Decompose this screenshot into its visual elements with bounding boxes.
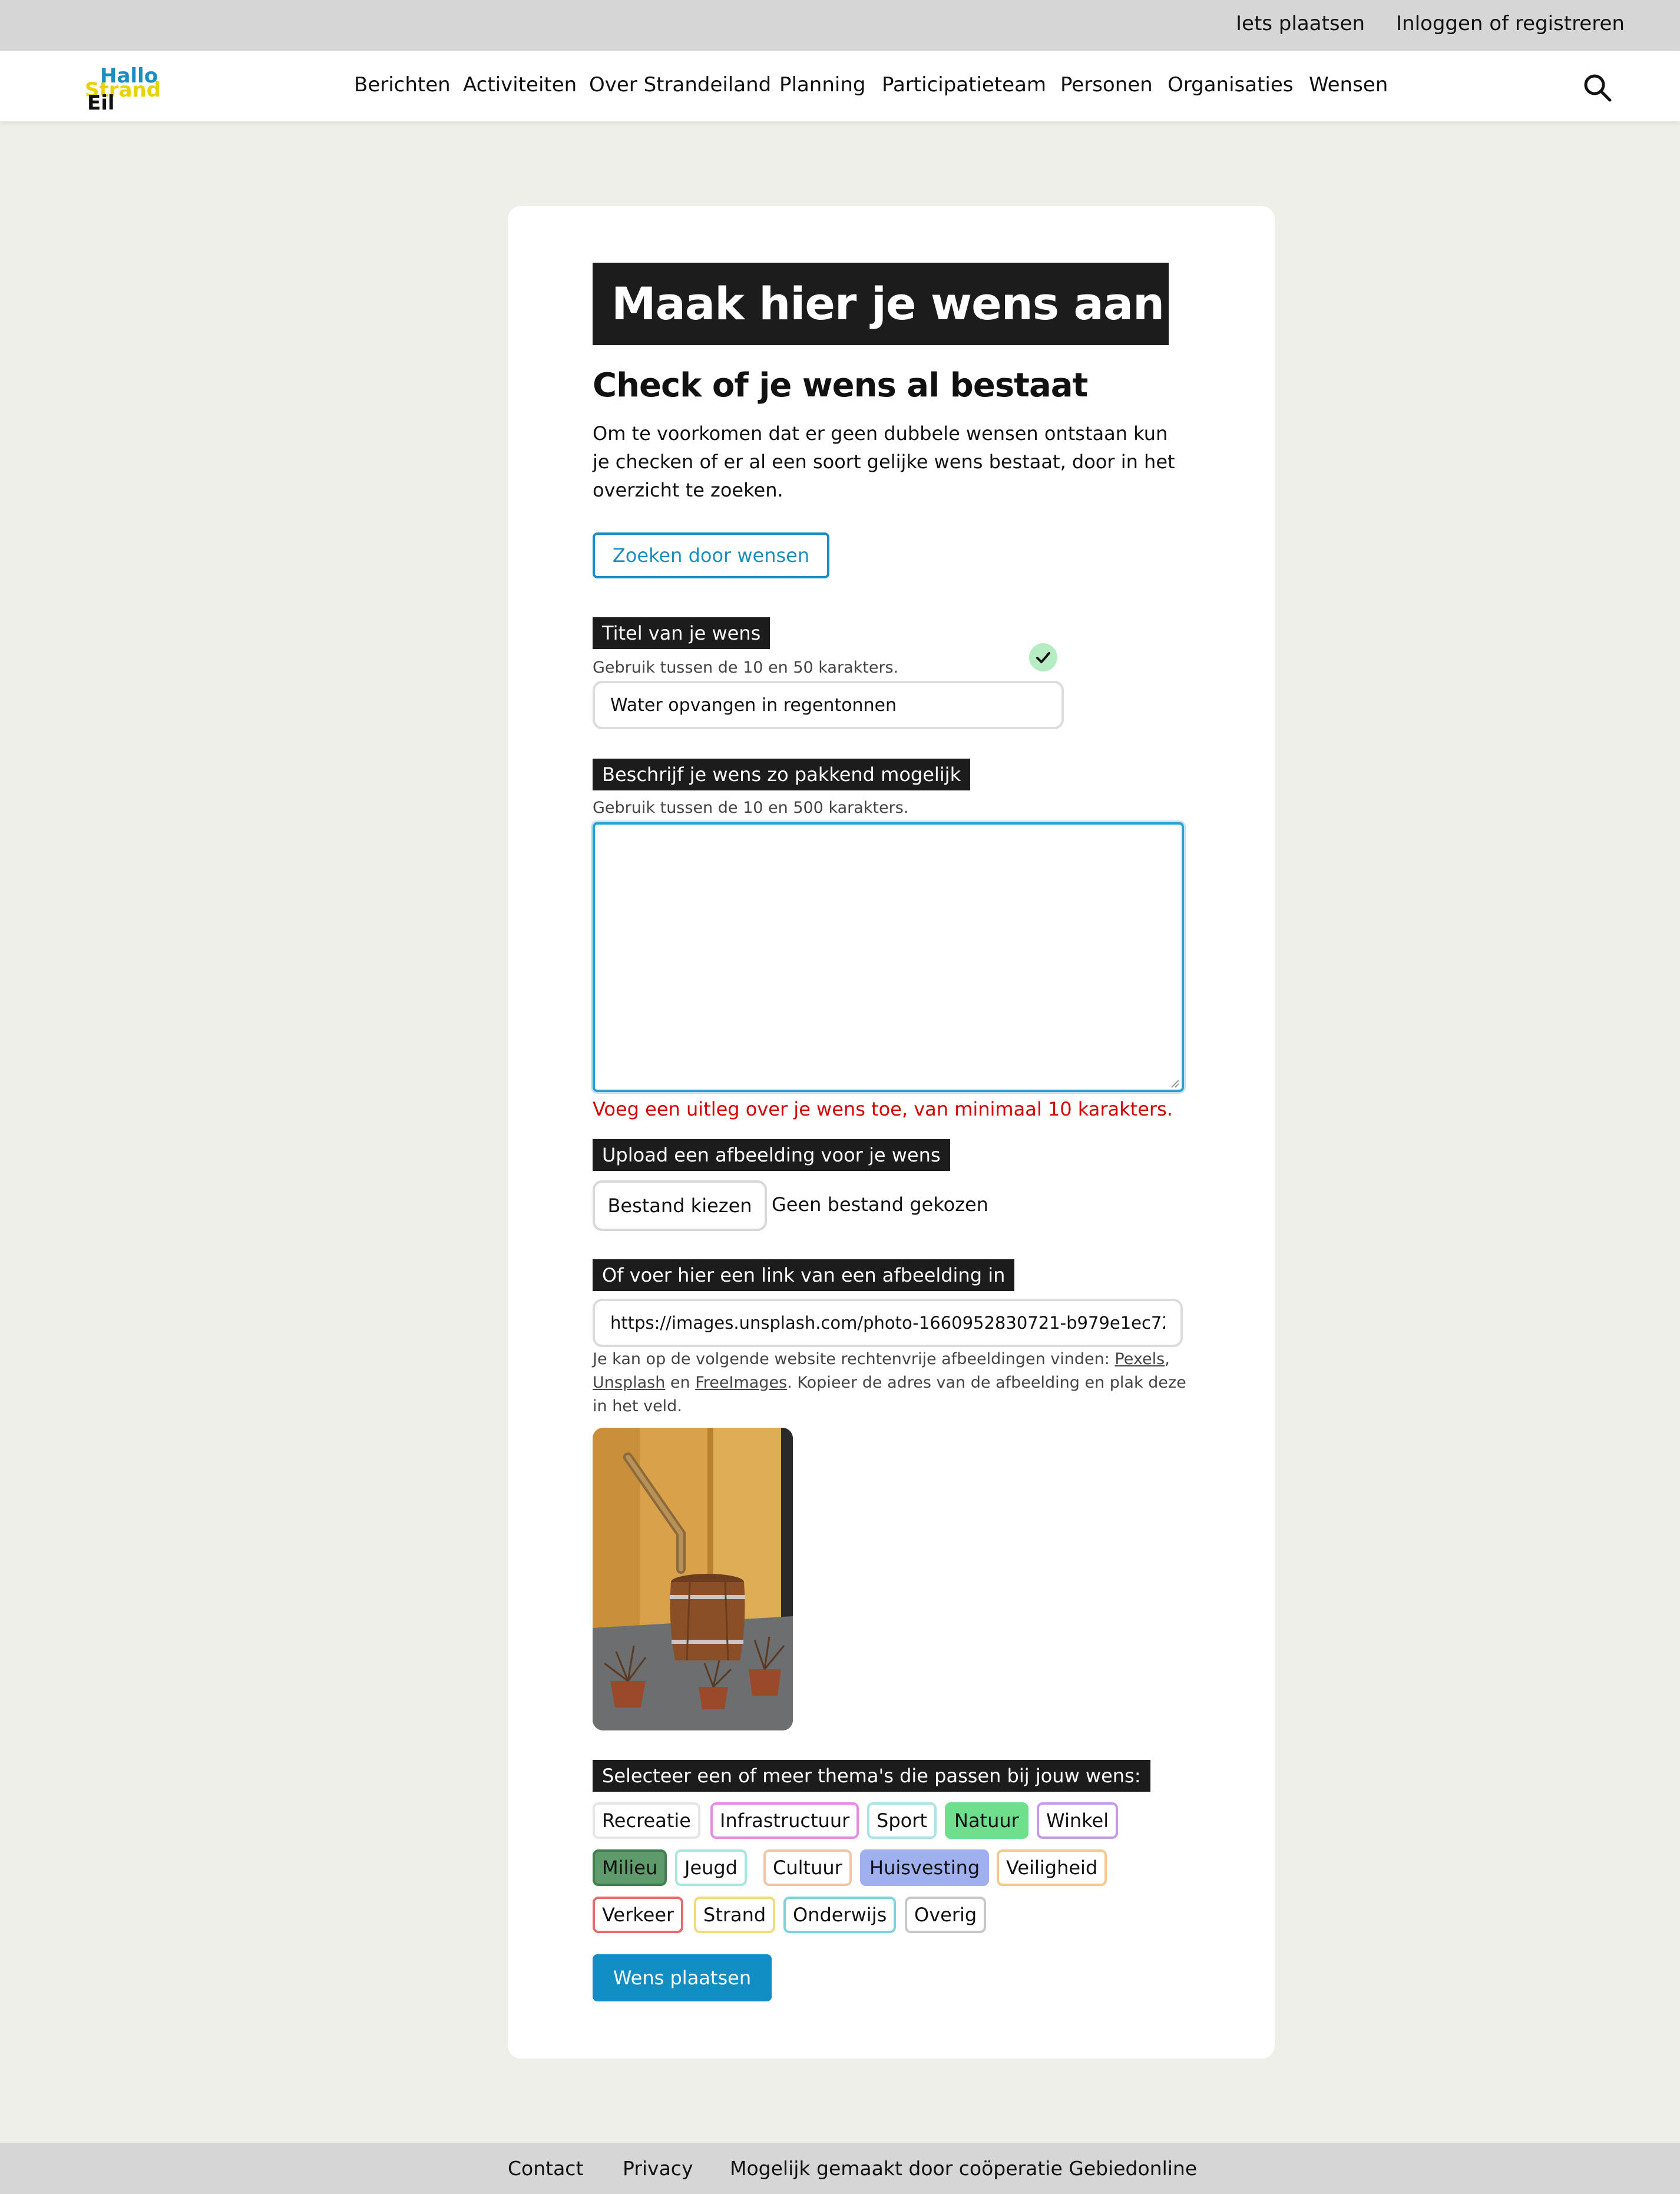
login-register-link[interactable]: Inloggen of registreren [1396, 12, 1625, 35]
top-utility-bar: Iets plaatsen Inloggen of registreren [0, 0, 1680, 51]
nav-item-participatieteam[interactable]: Participatieteam [882, 73, 1046, 97]
search-icon[interactable] [1582, 72, 1613, 104]
description-textarea[interactable] [593, 822, 1184, 1092]
theme-tag-strand[interactable]: Strand [694, 1897, 776, 1933]
checkmark-icon [1029, 643, 1057, 671]
post-something-link[interactable]: Iets plaatsen [1236, 12, 1365, 35]
nav-item-activiteiten[interactable]: Activiteiten [463, 73, 577, 97]
nav-item-planning[interactable]: Planning [779, 73, 865, 97]
theme-tag-infrastructuur[interactable]: Infrastructuur [710, 1802, 859, 1839]
help-separator: en [665, 1374, 696, 1392]
theme-tag-veiligheid[interactable]: Veiligheid [997, 1849, 1107, 1886]
footer-contact-link[interactable]: Contact [508, 2157, 583, 2180]
description-hint: Gebruik tussen de 10 en 500 karakters. [593, 799, 909, 817]
freeimages-link[interactable]: FreeImages [695, 1374, 787, 1392]
site-logo[interactable]: Hallo Strand Eil [82, 60, 161, 115]
rain-barrel-photo [593, 1428, 793, 1730]
intro-text: Om te voorkomen dat er geen dubbele wens… [593, 422, 1175, 501]
theme-tag-cultuur[interactable]: Cultuur [763, 1849, 852, 1886]
theme-tag-natuur[interactable]: Natuur [945, 1802, 1028, 1839]
description-error: Voeg een uitleg over je wens toe, van mi… [593, 1098, 1173, 1120]
theme-tag-milieu[interactable]: Milieu [593, 1849, 667, 1886]
nav-item-over-strandeiland[interactable]: Over Strandeiland [589, 73, 771, 97]
theme-tag-recreatie[interactable]: Recreatie [593, 1802, 700, 1839]
footer: Contact Privacy Mogelijk gemaakt door co… [0, 2143, 1680, 2194]
nav-item-wensen[interactable]: Wensen [1309, 73, 1388, 97]
title-label: Titel van je wens [593, 617, 770, 649]
image-link-label: Of voer hier een link van een afbeelding… [593, 1259, 1015, 1291]
resize-handle-icon[interactable] [1168, 1077, 1180, 1088]
search-wishes-button[interactable]: Zoeken door wensen [593, 532, 829, 578]
nav-item-personen[interactable]: Personen [1060, 73, 1153, 97]
title-input[interactable] [593, 681, 1064, 729]
themes-label: Selecteer een of meer thema's die passen… [593, 1760, 1150, 1792]
image-sources-help: Je kan op de volgende website rechtenvri… [593, 1348, 1193, 1418]
theme-tag-huisvesting[interactable]: Huisvesting [860, 1849, 990, 1886]
image-link-input[interactable] [593, 1299, 1183, 1347]
theme-tag-overig[interactable]: Overig [905, 1897, 987, 1933]
theme-tag-jeugd[interactable]: Jeugd [675, 1849, 748, 1886]
main-navbar: Hallo Strand Eil Berichten Activiteiten … [0, 51, 1680, 121]
theme-tag-winkel[interactable]: Winkel [1037, 1802, 1119, 1839]
nav-item-organisaties[interactable]: Organisaties [1168, 73, 1294, 97]
nav-item-berichten[interactable]: Berichten [354, 73, 451, 97]
section-heading-check: Check of je wens al bestaat [593, 366, 1088, 405]
pexels-link[interactable]: Pexels [1115, 1350, 1165, 1368]
theme-tag-verkeer[interactable]: Verkeer [593, 1897, 684, 1933]
help-separator: , [1165, 1350, 1170, 1368]
title-hint: Gebruik tussen de 10 en 50 karakters. [593, 658, 899, 677]
logo-line-3: Eil [87, 91, 115, 115]
footer-privacy-link[interactable]: Privacy [623, 2157, 693, 2180]
theme-tag-sport[interactable]: Sport [867, 1802, 937, 1839]
help-text-prefix: Je kan op de volgende website rechtenvri… [593, 1350, 1115, 1368]
image-preview [593, 1428, 793, 1730]
theme-tag-onderwijs[interactable]: Onderwijs [783, 1897, 897, 1933]
unsplash-link[interactable]: Unsplash [593, 1374, 665, 1392]
submit-wish-button[interactable]: Wens plaatsen [593, 1954, 772, 2001]
footer-credit-text[interactable]: Mogelijk gemaakt door coöperatie Gebiedo… [730, 2157, 1197, 2180]
upload-label: Upload een afbeelding voor je wens [593, 1139, 950, 1171]
page-title: Maak hier je wens aan [593, 263, 1169, 345]
choose-file-button[interactable]: Bestand kiezen [593, 1180, 767, 1231]
description-label: Beschrijf je wens zo pakkend mogelijk [593, 759, 971, 790]
file-status-text: Geen bestand gekozen [772, 1193, 988, 1216]
